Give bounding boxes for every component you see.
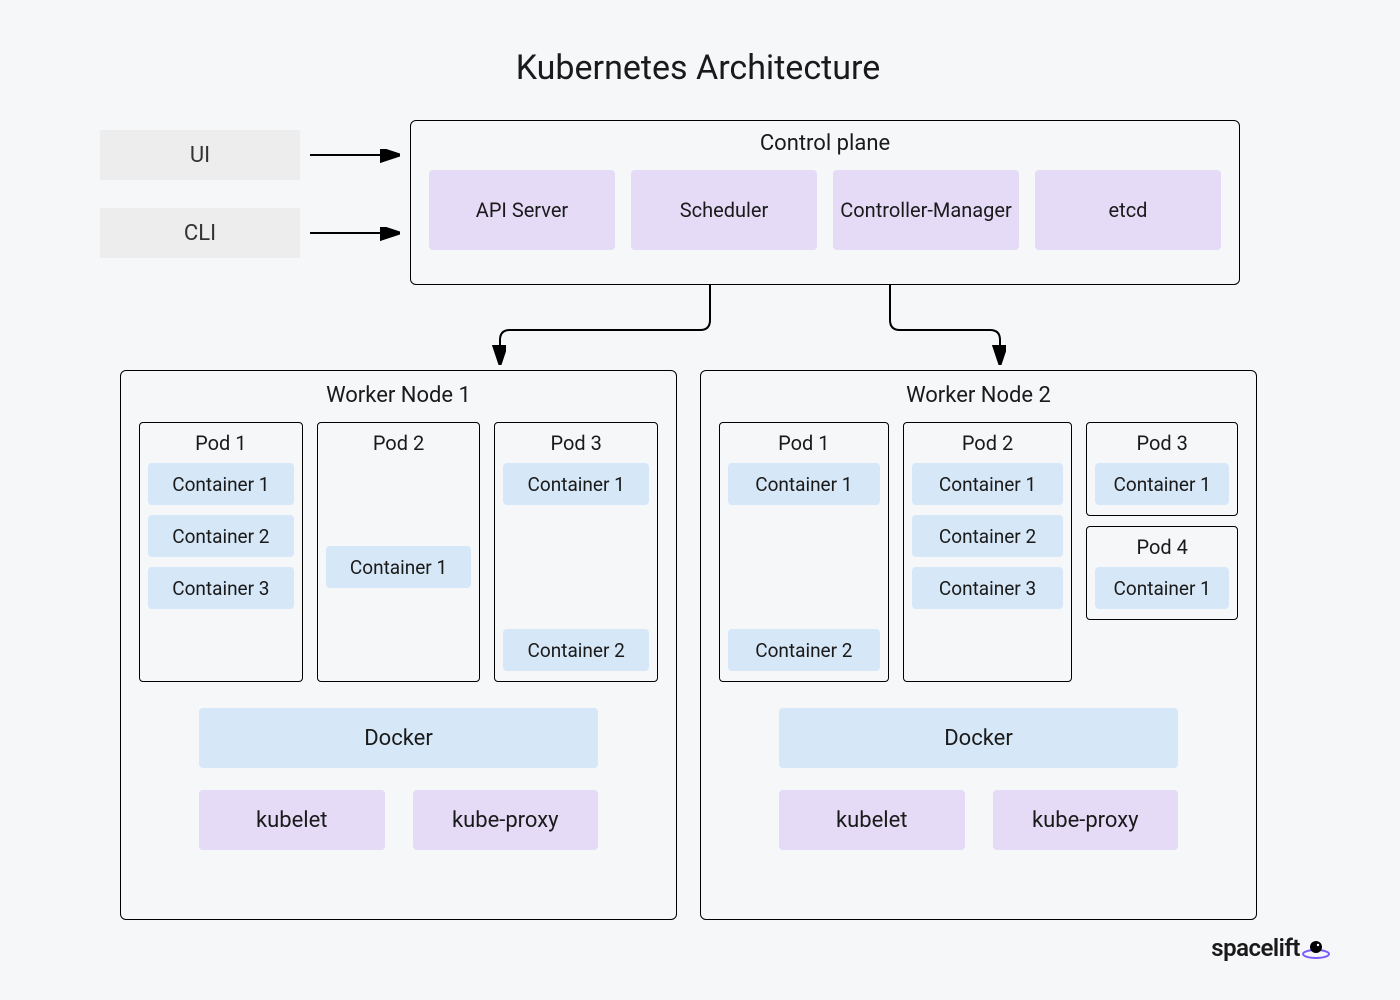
w1-pod2-title: Pod 2 [373, 431, 424, 455]
w2-kube-proxy: kube-proxy [993, 790, 1179, 850]
w2-pod1-title: Pod 1 [778, 431, 829, 455]
w2-pod3: Pod 3 Container 1 [1086, 422, 1238, 516]
container-box: Container 1 [503, 463, 649, 505]
arrow-ui-to-controlplane [310, 142, 410, 172]
container-box: Container 3 [148, 567, 294, 609]
w1-pod3-title: Pod 3 [550, 431, 601, 455]
w1-kubelet: kubelet [199, 790, 385, 850]
arrow-cp-to-worker1 [480, 285, 740, 375]
arrow-cli-to-controlplane [310, 220, 410, 250]
w2-pod4: Pod 4 Container 1 [1086, 526, 1238, 620]
client-cli-box: CLI [100, 208, 300, 258]
container-box: Container 3 [912, 567, 1064, 609]
w2-pod3-title: Pod 3 [1136, 431, 1187, 455]
logo-text: spacelift [1211, 934, 1300, 962]
container-box: Container 2 [728, 629, 880, 671]
control-plane-title: Control plane [429, 131, 1221, 156]
w1-runtime: Docker [199, 708, 598, 768]
container-box: Container 1 [728, 463, 880, 505]
worker2-title: Worker Node 2 [719, 383, 1238, 408]
w2-runtime: Docker [779, 708, 1178, 768]
container-box: Container 1 [912, 463, 1064, 505]
cp-component-etcd: etcd [1035, 170, 1221, 250]
w2-pod2-title: Pod 2 [962, 431, 1013, 455]
w2-pod1: Pod 1 Container 1 Container 2 [719, 422, 889, 682]
cp-component-api-server: API Server [429, 170, 615, 250]
client-ui-box: UI [100, 130, 300, 180]
control-plane-box: Control plane API Server Scheduler Contr… [410, 120, 1240, 285]
w1-kube-proxy: kube-proxy [413, 790, 599, 850]
w1-pod2: Pod 2 Container 1 [317, 422, 481, 682]
arrow-cp-to-worker2 [880, 285, 1040, 375]
container-box: Container 2 [148, 515, 294, 557]
diagram-title: Kubernetes Architecture [40, 48, 1356, 88]
rocket-icon [1302, 938, 1330, 958]
cp-component-scheduler: Scheduler [631, 170, 817, 250]
container-box: Container 1 [1095, 463, 1229, 505]
container-box: Container 1 [1095, 567, 1229, 609]
container-box: Container 1 [326, 546, 472, 588]
spacelift-logo: spacelift [1211, 934, 1330, 962]
container-box: Container 2 [912, 515, 1064, 557]
w2-pod2: Pod 2 Container 1 Container 2 Container … [903, 422, 1073, 682]
w1-pod1-title: Pod 1 [195, 431, 246, 455]
w1-pod1: Pod 1 Container 1 Container 2 Container … [139, 422, 303, 682]
cp-component-controller-manager: Controller-Manager [833, 170, 1019, 250]
w2-kubelet: kubelet [779, 790, 965, 850]
container-box: Container 2 [503, 629, 649, 671]
worker-node-1: Worker Node 1 Pod 1 Container 1 Containe… [120, 370, 677, 920]
w2-pod4-title: Pod 4 [1136, 535, 1187, 559]
w1-pod3: Pod 3 Container 1 Container 2 [494, 422, 658, 682]
worker1-title: Worker Node 1 [139, 383, 658, 408]
container-box: Container 1 [148, 463, 294, 505]
worker-node-2: Worker Node 2 Pod 1 Container 1 Containe… [700, 370, 1257, 920]
